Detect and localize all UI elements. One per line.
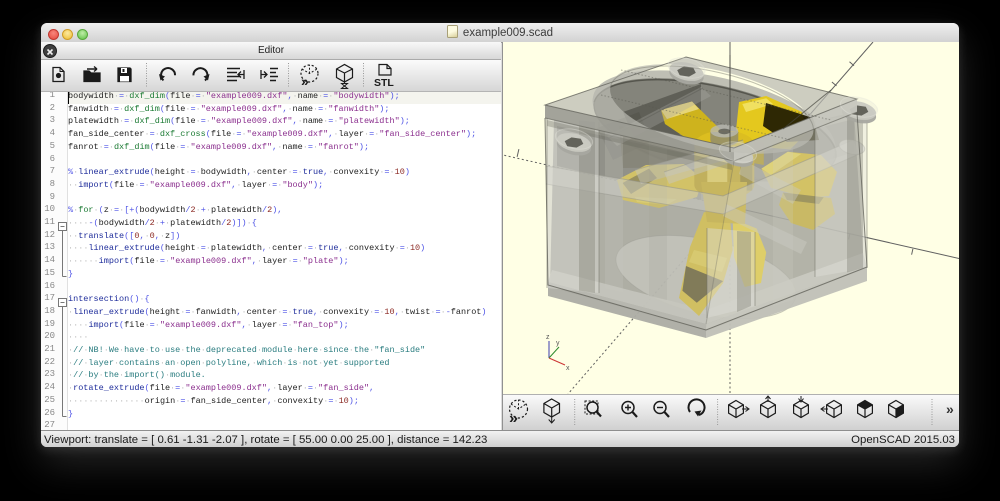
svg-text:z: z: [546, 334, 550, 341]
svg-text:y: y: [556, 340, 560, 347]
svg-text:»: »: [509, 410, 518, 427]
svg-text:»: »: [301, 73, 309, 89]
svg-text:x: x: [566, 365, 570, 372]
svg-text:STL: STL: [374, 77, 394, 89]
svg-text:»: »: [946, 401, 954, 417]
